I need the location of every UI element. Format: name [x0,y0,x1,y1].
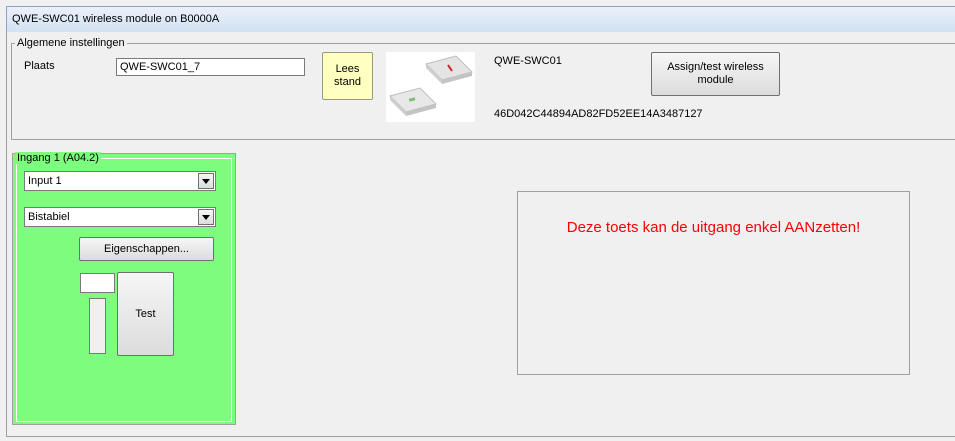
input-select-dropdown[interactable] [198,173,214,189]
state-field [80,273,115,293]
read-state-button[interactable]: Lees stand [322,52,373,100]
assign-test-wireless-button[interactable]: Assign/test wireless module [651,52,780,96]
properties-label: Eigenschappen... [103,242,189,255]
wireless-module-image [386,52,475,122]
message-text-content: Deze toets kan de uitgang enkel AANzette… [566,219,861,236]
test-label: Test [135,307,156,320]
assign-test-wireless-label: Assign/test wireless module [667,61,764,86]
window-titlebar: QWE-SWC01 wireless module on B0000A [6,6,955,32]
read-state-label: Lees stand [334,63,361,88]
mode-select-value: Bistabiel [28,211,70,223]
window-title: QWE-SWC01 wireless module on B0000A [12,13,220,25]
window-bottom-edge [6,436,955,437]
state-indicator [89,298,106,354]
wireless-module-icon [389,55,473,116]
general-settings-legend: Algemene instellingen [15,37,127,49]
input-select-value: Input 1 [28,175,62,187]
location-input[interactable]: QWE-SWC01_7 [116,58,305,76]
message-panel: Deze toets kan de uitgang enkel AANzette… [517,191,910,375]
module-id: 46D042C44894AD82FD52EE14A3487127 [494,108,703,120]
mode-select-dropdown[interactable] [198,209,214,225]
chevron-down-icon [202,178,210,184]
module-name: QWE-SWC01 [494,55,562,67]
message-text: Deze toets kan de uitgang enkel AANzette… [518,218,909,237]
location-label: Plaats [24,60,55,72]
input-group-legend: Ingang 1 (A04.2) [15,152,101,164]
chevron-down-icon [202,214,210,220]
window-left-edge [6,32,7,436]
input-select[interactable]: Input 1 [24,171,216,191]
test-button[interactable]: Test [117,272,174,356]
properties-button[interactable]: Eigenschappen... [79,237,214,261]
mode-select[interactable]: Bistabiel [24,207,216,227]
